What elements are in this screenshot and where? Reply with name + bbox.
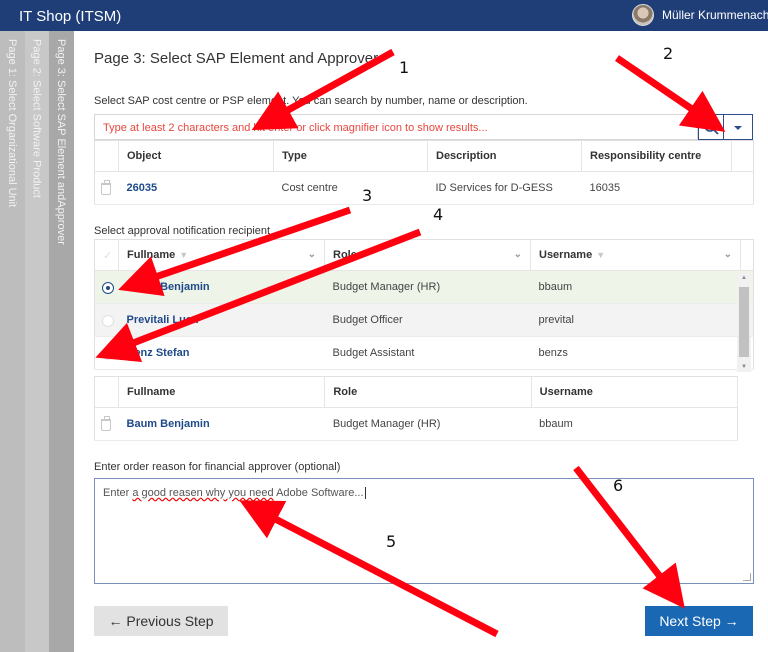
step-3-tab[interactable]: Page 3: Select SAP Element andApprover (49, 31, 74, 652)
scrollbar-thumb[interactable] (739, 287, 749, 357)
selected-col-role: Role (324, 376, 532, 408)
selected-role: Budget Manager (HR) (324, 407, 532, 441)
sap-col-object: Object (118, 140, 274, 172)
chevron-down-icon[interactable]: ⌄ (308, 249, 316, 260)
step-2-tab[interactable]: Page 2: Select Software Product (24, 31, 50, 652)
dropdown-button[interactable] (724, 114, 753, 140)
trash-icon[interactable] (101, 415, 111, 431)
sap-object-link[interactable]: 26035 (127, 182, 158, 194)
reason-label: Enter order reason for financial approve… (94, 461, 341, 473)
annotation-number-5: 5 (386, 532, 397, 551)
sort-icon: ▼ (179, 250, 189, 260)
user-menu[interactable]: Müller Krummenache (632, 4, 768, 26)
sap-description: ID Services for D-GESS (427, 171, 582, 205)
text-cursor (364, 487, 366, 499)
approver-table: ✓ Fullname ▼ ⌄ Role ⌄ Username ▼ ⌄ Baum Benja… (94, 239, 754, 370)
sap-type: Cost centre (273, 171, 428, 205)
user-name: Müller Krummenache (662, 8, 768, 22)
chevron-down-icon (734, 126, 742, 130)
selected-col-username: Username (531, 376, 739, 408)
approver-username: prevital (530, 303, 741, 337)
selected-approver-table: Fullname Role Username Baum Benjamin Bud… (94, 376, 739, 441)
approver-username: bbaum (530, 270, 741, 304)
avatar (632, 4, 654, 26)
selected-col-fullname: Fullname (118, 376, 326, 408)
annotation-arrow-2 (615, 55, 726, 132)
approver-role: Budget Assistant (324, 336, 531, 370)
step-2-label: Page 2: Select Software Product (30, 39, 43, 198)
sap-col-actions (94, 140, 119, 172)
next-step-button[interactable]: Next Step → (645, 606, 753, 636)
table-row: 26035 Cost centre ID Services for D-GESS… (94, 171, 754, 205)
chevron-down-icon[interactable]: ⌄ (514, 249, 522, 260)
approver-fullname: Previtali Luca (126, 314, 199, 326)
search-icon (704, 120, 719, 135)
select-all-check-icon[interactable]: ✓ (94, 239, 119, 271)
table-row: Baum Benjamin Budget Manager (HR) bbaum (94, 407, 738, 441)
annotation-number-4: 4 (433, 205, 444, 224)
approver-radio-selected[interactable] (102, 281, 114, 294)
step-1-label: Page 1: Select Organizational Unit (6, 39, 18, 208)
approver-fullname: Baum Benjamin (126, 281, 210, 293)
annotation-number-2: 2 (663, 44, 674, 63)
trash-icon[interactable] (101, 179, 111, 195)
approver-row[interactable]: Baum Benjamin Budget Manager (HR) bbaum (94, 270, 754, 304)
approver-scrollbar[interactable]: ▲ ▼ (737, 273, 751, 372)
scroll-up-icon[interactable]: ▲ (741, 275, 747, 281)
sort-icon: ▼ (596, 250, 606, 260)
wizard-steps: Page 1: Select Organizational Unit Page … (0, 31, 74, 652)
approver-radio[interactable] (102, 347, 114, 360)
approver-username: benzs (530, 336, 741, 370)
top-bar: IT Shop (ITSM) Müller Krummenache (0, 0, 768, 31)
spellcheck-underline: a good reasen why you need (132, 487, 274, 499)
approver-col-fullname[interactable]: Fullname ▼ ⌄ (118, 239, 325, 271)
selected-username: bbaum (531, 407, 738, 441)
approver-radio[interactable] (102, 314, 114, 327)
approver-role: Budget Officer (324, 303, 531, 337)
approver-role: Budget Manager (HR) (324, 270, 531, 304)
approver-grid: ✓ Fullname ▼ ⌄ Role ⌄ Username ▼ ⌄ Baum Benja… (94, 239, 754, 373)
reason-textarea[interactable]: Enter a good reasen why you need Adobe S… (94, 478, 754, 584)
approver-fullname: Benz Stefan (126, 347, 190, 359)
page-title: Page 3: Select SAP Element and Approver (94, 50, 379, 67)
annotation-number-3: 3 (362, 186, 373, 205)
step-1-tab[interactable]: Page 1: Select Organizational Unit (0, 31, 25, 652)
sap-col-description: Description (427, 140, 582, 172)
approver-row[interactable]: Benz Stefan Budget Assistant benzs (94, 336, 754, 370)
scroll-down-icon[interactable]: ▼ (741, 364, 747, 370)
previous-step-button[interactable]: ← Previous Step (94, 606, 228, 636)
annotation-number-1: 1 (399, 58, 410, 77)
sap-element-table: Object Type Description Responsibility c… (94, 140, 754, 205)
approver-col-role[interactable]: Role ⌄ (324, 239, 531, 271)
approver-row[interactable]: Previtali Luca Budget Officer prevital (94, 303, 754, 337)
step-3-label: Page 3: Select SAP Element andApprover (55, 39, 68, 245)
chevron-down-icon[interactable]: ⌄ (724, 249, 732, 260)
sap-col-resp-centre: Responsibility centre (581, 140, 732, 172)
sap-col-type: Type (273, 140, 428, 172)
selected-fullname: Baum Benjamin (126, 418, 210, 430)
app-title: IT Shop (ITSM) (19, 8, 122, 25)
sap-search-input[interactable]: Type at least 2 characters and hit enter… (94, 114, 698, 140)
resize-handle[interactable] (743, 573, 751, 581)
sap-resp-centre: 16035 (581, 171, 732, 205)
approver-col-username[interactable]: Username ▼ ⌄ (530, 239, 741, 271)
approver-label: Select approval notification recipient (94, 225, 271, 237)
sap-element-label: Select SAP cost centre or PSP element. Y… (94, 95, 528, 107)
annotation-number-6: 6 (613, 476, 624, 495)
search-button[interactable] (698, 114, 724, 140)
sap-search-placeholder: Type at least 2 characters and hit enter… (103, 122, 488, 134)
